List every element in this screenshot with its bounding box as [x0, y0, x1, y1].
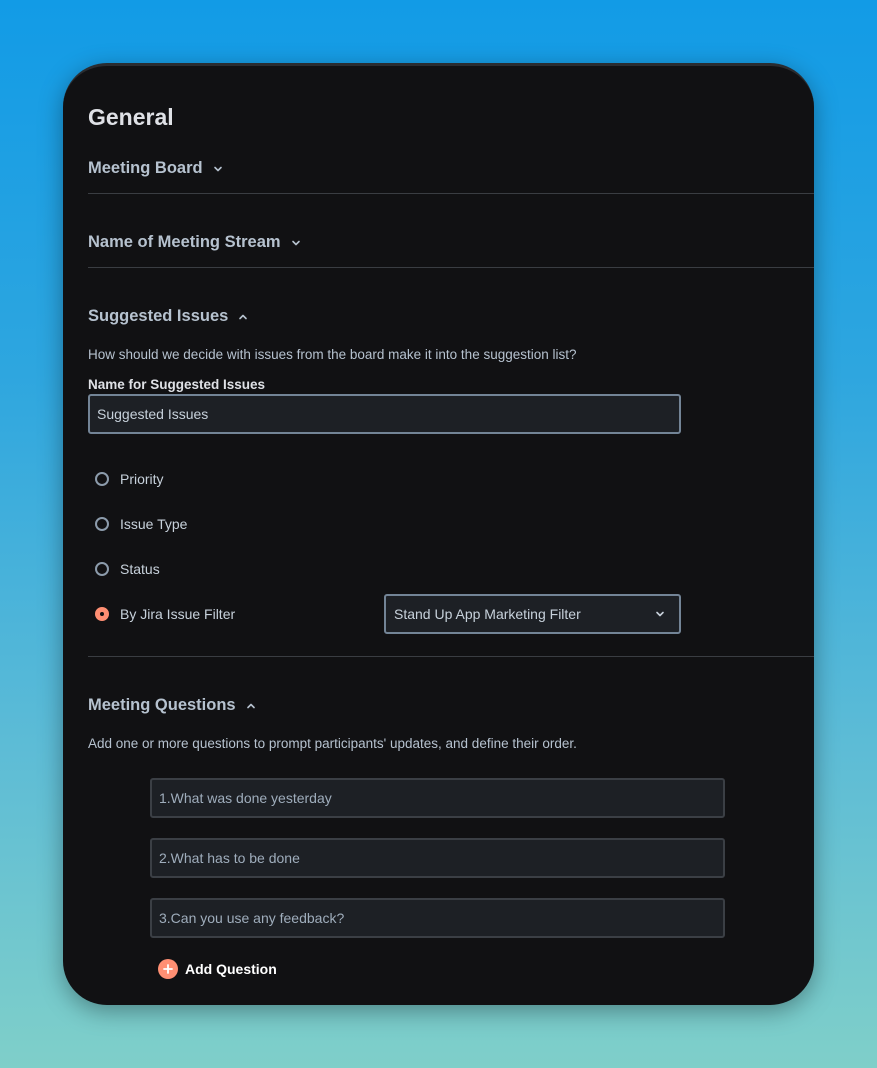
- radio-status[interactable]: Status: [95, 561, 160, 577]
- radio-label: Priority: [120, 471, 164, 487]
- select-value: Stand Up App Marketing Filter: [394, 606, 581, 622]
- add-question-label: Add Question: [185, 961, 277, 977]
- radio-issue-type[interactable]: Issue Type: [95, 516, 187, 532]
- meeting-questions-description: Add one or more questions to prompt part…: [88, 736, 577, 751]
- chevron-up-icon: [239, 314, 248, 319]
- question-text: 1.What was done yesterday: [159, 790, 332, 806]
- radio-label: Status: [120, 561, 160, 577]
- add-question-button[interactable]: Add Question: [158, 959, 277, 979]
- section-header-meeting-stream[interactable]: Name of Meeting Stream: [88, 233, 301, 252]
- input-value: Suggested Issues: [97, 406, 209, 422]
- page-title: General: [88, 104, 174, 130]
- question-input-1[interactable]: 1.What was done yesterday: [150, 778, 725, 818]
- divider: [88, 267, 814, 268]
- chevron-down-icon: [656, 611, 664, 617]
- section-header-meeting-board[interactable]: Meeting Board: [88, 159, 223, 178]
- plus-icon: [158, 959, 178, 979]
- radio-button[interactable]: [95, 517, 109, 531]
- question-input-2[interactable]: 2.What has to be done: [150, 838, 725, 878]
- name-field-label: Name for Suggested Issues: [88, 377, 266, 392]
- section-header-suggested-issues[interactable]: Suggested Issues: [88, 307, 248, 326]
- radio-label: Issue Type: [120, 516, 188, 532]
- section-header-meeting-questions[interactable]: Meeting Questions: [88, 696, 256, 715]
- chevron-down-icon: [213, 166, 222, 171]
- radio-label: By Jira Issue Filter: [120, 606, 236, 622]
- divider: [88, 193, 814, 194]
- suggested-issues-description: How should we decide with issues from th…: [88, 347, 577, 362]
- section-title: Suggested Issues: [88, 307, 229, 325]
- section-title: Meeting Questions: [88, 696, 236, 714]
- question-input-3[interactable]: 3.Can you use any feedback?: [150, 898, 725, 938]
- question-text: 2.What has to be done: [159, 850, 300, 866]
- settings-panel: General Meeting Board Name of Meeting St…: [63, 63, 814, 1005]
- radio-button-selected[interactable]: [95, 607, 109, 621]
- radio-button[interactable]: [95, 472, 109, 486]
- jira-filter-select[interactable]: Stand Up App Marketing Filter: [384, 594, 681, 634]
- section-title: Meeting Board: [88, 159, 203, 177]
- radio-button[interactable]: [95, 562, 109, 576]
- chevron-up-icon: [246, 703, 255, 708]
- chevron-down-icon: [291, 240, 300, 245]
- divider: [88, 656, 814, 657]
- question-text: 3.Can you use any feedback?: [159, 910, 345, 926]
- radio-jira-issue-filter[interactable]: By Jira Issue Filter: [95, 606, 235, 622]
- section-title: Name of Meeting Stream: [88, 233, 281, 251]
- suggested-issues-name-input[interactable]: Suggested Issues: [88, 394, 681, 434]
- radio-priority[interactable]: Priority: [95, 471, 164, 487]
